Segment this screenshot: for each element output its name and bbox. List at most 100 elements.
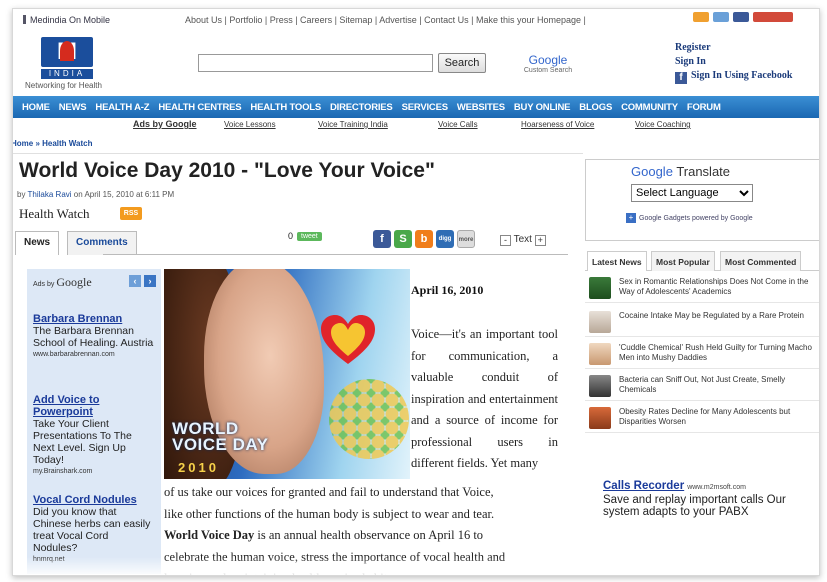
translate-title: Google Translate: [631, 164, 730, 179]
nav-buy-online[interactable]: BUY ONLINE: [514, 102, 571, 113]
side-ad[interactable]: Calls Recorder www.m2msoft.com Save and r…: [603, 476, 819, 518]
rss-badge[interactable]: RSS: [120, 207, 142, 220]
ad-description: Take Your Client Presentations To The Ne…: [33, 418, 132, 466]
breadcrumb[interactable]: Home » Health Watch: [13, 139, 93, 148]
tweet-widget[interactable]: 0 tweet: [288, 231, 322, 241]
bold-term: World Voice Day: [164, 528, 255, 542]
side-ad-headline[interactable]: Calls Recorder: [603, 480, 684, 492]
news-item[interactable]: Sex in Romantic Relationships Does Not C…: [585, 275, 819, 303]
ads-by-google[interactable]: Ads by Google: [33, 275, 92, 290]
top-links[interactable]: About Us | Portfolio | Press | Careers |…: [185, 15, 586, 25]
news-headline[interactable]: Bacteria can Sniff Out, Not Just Create,…: [619, 375, 819, 395]
ad-item[interactable]: Add Voice to Powerpoint Take Your Client…: [33, 394, 155, 477]
byline-prefix: by: [17, 190, 28, 199]
text-smaller-button[interactable]: -: [500, 235, 511, 246]
ad-item[interactable]: Barbara Brennan The Barbara Brennan Scho…: [33, 313, 155, 360]
facebook-sign-in[interactable]: f Sign In Using Facebook: [675, 69, 792, 84]
logo[interactable]: M INDIA Networking for Health: [25, 33, 117, 93]
news-thumbnail: [589, 277, 611, 299]
ads-by-google-label[interactable]: Ads by Google: [133, 119, 197, 129]
article-date: April 16, 2010: [411, 283, 484, 297]
ad-headline[interactable]: Vocal Cord Nodules: [33, 494, 155, 506]
news-item[interactable]: Cocaine Intake May be Regulated by a Rar…: [585, 309, 819, 337]
ad-headline[interactable]: Add Voice to Powerpoint: [33, 394, 155, 418]
text-larger-button[interactable]: +: [534, 235, 546, 246]
language-select[interactable]: Select Language: [631, 184, 753, 202]
sign-in-link[interactable]: Sign In: [675, 55, 792, 69]
ad-description: The Barbara Brennan School of Healing. A…: [33, 325, 154, 349]
ad-headline[interactable]: Barbara Brennan: [33, 313, 155, 325]
news-thumbnail: [589, 311, 611, 333]
account-links: Register Sign In f Sign In Using Facebook: [675, 41, 792, 84]
author-link[interactable]: Thilaka Ravi: [28, 190, 72, 199]
ads-by-label: Ads by: [33, 281, 55, 288]
nav-news[interactable]: NEWS: [59, 102, 87, 113]
ad-link[interactable]: Hoarseness of Voice: [521, 120, 594, 129]
section-name[interactable]: Health Watch: [19, 206, 90, 222]
ad-description: Did you know that Chinese herbs can easi…: [33, 506, 151, 554]
stumbleupon-icon[interactable]: S: [394, 230, 412, 248]
nav-directories[interactable]: DIRECTORIES: [330, 102, 393, 113]
bottom-fade: [13, 557, 819, 575]
translate-widget: Google Translate Select Language + Google…: [585, 159, 819, 241]
search-input[interactable]: [198, 54, 433, 72]
article-paragraph: Voice—it's an important tool for communi…: [411, 327, 558, 470]
mobile-link[interactable]: Medindia On Mobile: [23, 15, 110, 25]
tab-comments[interactable]: Comments: [67, 231, 137, 255]
nav-blogs[interactable]: BLOGS: [579, 102, 612, 113]
translate-label: Translate: [676, 164, 731, 179]
more-share-icon[interactable]: more: [457, 230, 475, 248]
chevron-left-icon[interactable]: ‹: [129, 275, 141, 287]
nav-health-tools[interactable]: HEALTH TOOLS: [250, 102, 321, 113]
nav-forum[interactable]: FORUM: [687, 102, 721, 113]
digg-icon[interactable]: [713, 12, 729, 22]
ad-link[interactable]: Voice Coaching: [635, 120, 691, 129]
browser-page: Medindia On Mobile About Us | Portfolio …: [12, 8, 820, 576]
nav-home[interactable]: HOME: [22, 102, 50, 113]
facebook-sign-in-label: Sign In Using Facebook: [691, 70, 793, 81]
gadget-text: Gadgets powered by Google: [663, 215, 753, 222]
google-logo: Google: [528, 53, 568, 67]
nav-services[interactable]: SERVICES: [402, 102, 448, 113]
news-headline[interactable]: Sex in Romantic Relationships Does Not C…: [619, 277, 819, 297]
nav-health-az[interactable]: HEALTH A-Z: [95, 102, 149, 113]
digg-share-icon[interactable]: digg: [436, 230, 454, 248]
text-line: of us take our voices for granted and fa…: [164, 485, 494, 499]
facebook-share-icon[interactable]: f: [373, 230, 391, 248]
gadget-brand: Google: [639, 215, 662, 222]
tab-most-commented[interactable]: Most Commented: [720, 251, 802, 271]
tab-most-popular[interactable]: Most Popular: [651, 251, 715, 271]
news-item[interactable]: 'Cuddle Chemical' Rush Held Guilty for T…: [585, 341, 819, 369]
news-headline[interactable]: Cocaine Intake May be Regulated by a Rar…: [619, 311, 819, 321]
tab-latest-news[interactable]: Latest News: [587, 251, 647, 271]
ad-item[interactable]: Vocal Cord Nodules Did you know that Chi…: [33, 494, 155, 565]
news-item[interactable]: Obesity Rates Decline for Many Adolescen…: [585, 405, 819, 433]
custom-search-label: Custom Search: [523, 67, 573, 74]
tab-news[interactable]: News: [15, 231, 60, 255]
chevron-right-icon[interactable]: ›: [144, 275, 156, 287]
ad-link[interactable]: Voice Lessons: [224, 120, 276, 129]
share-buttons: f S b digg more: [373, 230, 475, 248]
text-size-label: Text: [513, 234, 532, 245]
nav-websites[interactable]: WEBSITES: [457, 102, 505, 113]
ad-url: my.Brainshark.com: [33, 468, 93, 475]
ads-box: Ads by Google ‹ › Barbara Brennan The Ba…: [27, 269, 161, 574]
nav-health-centres[interactable]: HEALTH CENTRES: [158, 102, 241, 113]
bookmark-icon[interactable]: [753, 12, 793, 22]
register-link[interactable]: Register: [675, 41, 792, 55]
side-ad-description: Save and replay important calls Our syst…: [603, 494, 786, 518]
search-button[interactable]: Search: [438, 53, 486, 73]
gadgets-credit[interactable]: + Google Gadgets powered by Google: [626, 213, 753, 223]
blogger-icon[interactable]: b: [415, 230, 433, 248]
rss-icon[interactable]: [693, 12, 709, 22]
page-title: World Voice Day 2010 - "Love Your Voice": [19, 159, 435, 182]
news-headline[interactable]: Obesity Rates Decline for Many Adolescen…: [619, 407, 819, 427]
nav-community[interactable]: COMMUNITY: [621, 102, 678, 113]
ad-link[interactable]: Voice Training India: [318, 120, 388, 129]
facebook-icon[interactable]: [733, 12, 749, 22]
news-item[interactable]: Bacteria can Sniff Out, Not Just Create,…: [585, 373, 819, 401]
world-voice-day-image: WORLD VOICE DAY 2010: [164, 269, 410, 479]
ad-link[interactable]: Voice Calls: [438, 120, 478, 129]
news-headline[interactable]: 'Cuddle Chemical' Rush Held Guilty for T…: [619, 343, 819, 363]
tweet-button[interactable]: tweet: [297, 232, 322, 241]
